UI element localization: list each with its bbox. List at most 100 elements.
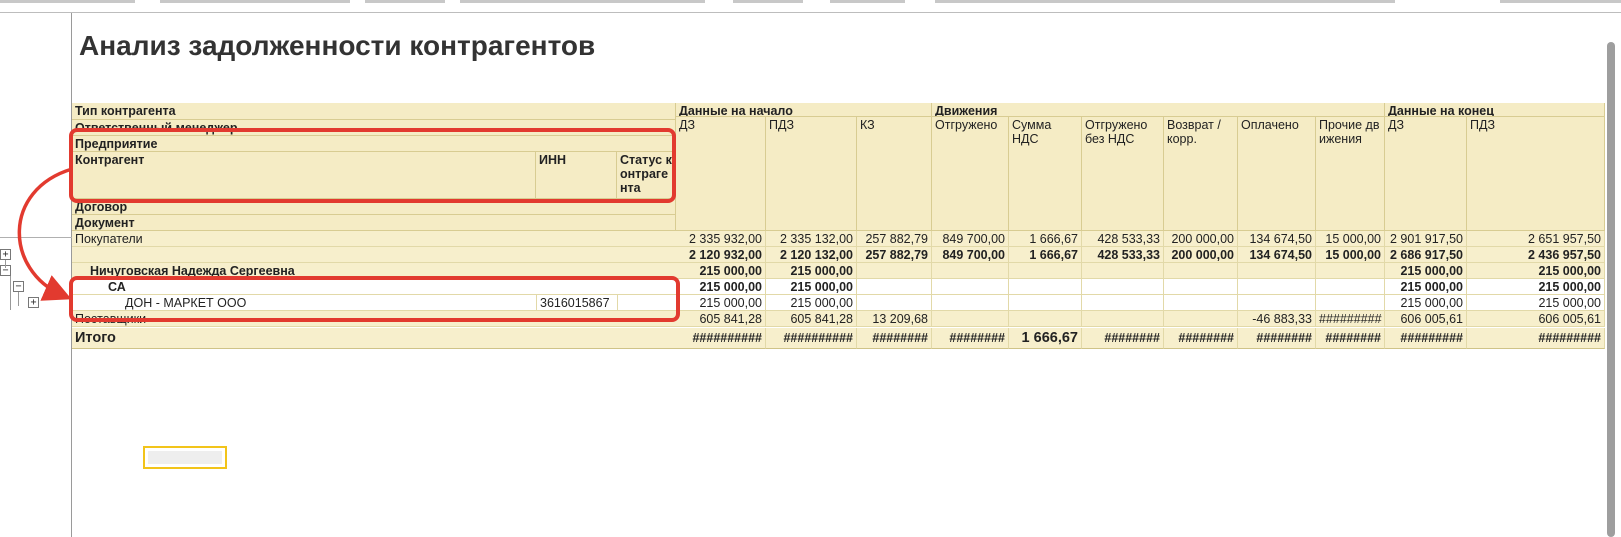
- table-cell: 2 120 132,00: [766, 247, 857, 263]
- table-cell: 215 000,00: [1385, 295, 1467, 311]
- toolbar-strip: [0, 0, 135, 3]
- total-cell: ##########: [676, 328, 766, 349]
- table-cell: -46 883,33: [1238, 311, 1316, 327]
- report-title: Анализ задолженности контрагентов: [79, 30, 596, 61]
- tree-connector-line: [5, 260, 6, 268]
- expand-icon[interactable]: +: [28, 297, 39, 308]
- col-header-paid: Оплачено: [1238, 117, 1316, 231]
- table-cell: 15 000,00: [1316, 247, 1385, 263]
- table-cell: 605 841,28: [676, 311, 766, 327]
- table-cell: [932, 279, 1009, 295]
- table-cell: [1082, 295, 1164, 311]
- table-cell: [857, 295, 932, 311]
- table-cell: 215 000,00: [766, 263, 857, 279]
- toolbar-strip: [460, 0, 705, 3]
- top-divider: [0, 12, 1621, 13]
- total-cell: ##########: [766, 328, 857, 349]
- expand-icon[interactable]: +: [0, 249, 11, 260]
- total-cell: ########: [857, 328, 932, 349]
- col-header-shipped: Отгружено: [932, 117, 1009, 231]
- table-cell: [1316, 295, 1385, 311]
- table-cell: [932, 263, 1009, 279]
- row-label: Покупатели: [72, 231, 676, 247]
- table-cell: 215 000,00: [1467, 279, 1605, 295]
- total-cell: ########: [1164, 328, 1238, 349]
- table-cell: 13 209,68: [857, 311, 932, 327]
- group-end-header: Данные на конец: [1385, 103, 1605, 117]
- col-header-kz: КЗ: [857, 117, 932, 231]
- table-cell: 1 666,67: [1009, 231, 1082, 247]
- group-movements-header: Движения: [932, 103, 1385, 117]
- table-cell: 134 674,50: [1238, 247, 1316, 263]
- table-cell: [1164, 295, 1238, 311]
- table-cell: [1082, 279, 1164, 295]
- table-cell: [857, 263, 932, 279]
- group-start-header: Данные на начало: [676, 103, 932, 117]
- table-cell: 200 000,00: [1164, 247, 1238, 263]
- table-cell: [1164, 263, 1238, 279]
- col-header-shipped-novat: Отгружено без НДС: [1082, 117, 1164, 231]
- total-cell: 1 666,67: [1009, 328, 1082, 349]
- table-cell: 2 651 957,50: [1467, 231, 1605, 247]
- annotation-box-header: [69, 128, 676, 203]
- table-cell: 2 436 957,50: [1467, 247, 1605, 263]
- total-cell: #########: [1467, 328, 1605, 349]
- toolbar-strip: [830, 0, 905, 3]
- table-cell: 257 882,79: [857, 231, 932, 247]
- collapse-icon[interactable]: −: [13, 281, 24, 292]
- table-cell: [1009, 295, 1082, 311]
- table-cell: [1164, 311, 1238, 327]
- table-cell: 200 000,00: [1164, 231, 1238, 247]
- table-cell: 215 000,00: [766, 295, 857, 311]
- table-cell: 2 335 132,00: [766, 231, 857, 247]
- col-header-vat: Сумма НДС: [1009, 117, 1082, 231]
- table-cell: 215 000,00: [1385, 279, 1467, 295]
- table-cell: [1316, 263, 1385, 279]
- table-cell: [1082, 263, 1164, 279]
- table-cell: 2 120 932,00: [676, 247, 766, 263]
- selected-cell[interactable]: [143, 446, 227, 469]
- table-cell: [1316, 279, 1385, 295]
- toolbar-strip: [733, 0, 803, 3]
- selected-cell-fill: [148, 451, 222, 464]
- table-cell: [1238, 279, 1316, 295]
- table-cell: 2 686 917,50: [1385, 247, 1467, 263]
- col-header-other: Прочие движения: [1316, 117, 1385, 231]
- toolbar-strip: [1500, 0, 1621, 3]
- table-cell: 2 901 917,50: [1385, 231, 1467, 247]
- toolbar-strip: [160, 0, 350, 3]
- total-cell: ########: [1238, 328, 1316, 349]
- grouping-panel-line: [0, 237, 72, 238]
- table-cell: 2 335 932,00: [676, 231, 766, 247]
- table-cell: 15 000,00: [1316, 231, 1385, 247]
- table-cell: 215 000,00: [676, 263, 766, 279]
- col-header-end-dz: ДЗ: [1385, 117, 1467, 231]
- table-cell: 215 000,00: [1467, 263, 1605, 279]
- table-cell: 215 000,00: [766, 279, 857, 295]
- annotation-arrow-path: [17, 167, 73, 301]
- table-cell: [1164, 279, 1238, 295]
- table-cell: 849 700,00: [932, 247, 1009, 263]
- table-cell: [1009, 311, 1082, 327]
- table-cell: 1 666,67: [1009, 247, 1082, 263]
- table-cell: [932, 295, 1009, 311]
- table-cell: [1238, 295, 1316, 311]
- table-cell: 849 700,00: [932, 231, 1009, 247]
- annotation-box-row: [69, 276, 680, 322]
- toolbar-strip: [365, 0, 445, 3]
- table-cell: 215 000,00: [676, 295, 766, 311]
- total-cell: #########: [1385, 328, 1467, 349]
- header-type: Тип контрагента: [72, 103, 676, 120]
- table-cell: 134 674,50: [1238, 231, 1316, 247]
- row-label: [72, 247, 676, 263]
- col-header-return: Возврат / корр.: [1164, 117, 1238, 231]
- col-header-dz: ДЗ: [676, 117, 766, 231]
- total-cell: ########: [1082, 328, 1164, 349]
- table-cell: [932, 311, 1009, 327]
- table-cell: 428 533,33: [1082, 231, 1164, 247]
- vertical-scrollbar[interactable]: [1607, 42, 1615, 537]
- total-cell: ########: [932, 328, 1009, 349]
- total-cell: ########: [1316, 328, 1385, 349]
- tree-connector-line: [18, 292, 19, 306]
- col-header-pdz: ПДЗ: [766, 117, 857, 231]
